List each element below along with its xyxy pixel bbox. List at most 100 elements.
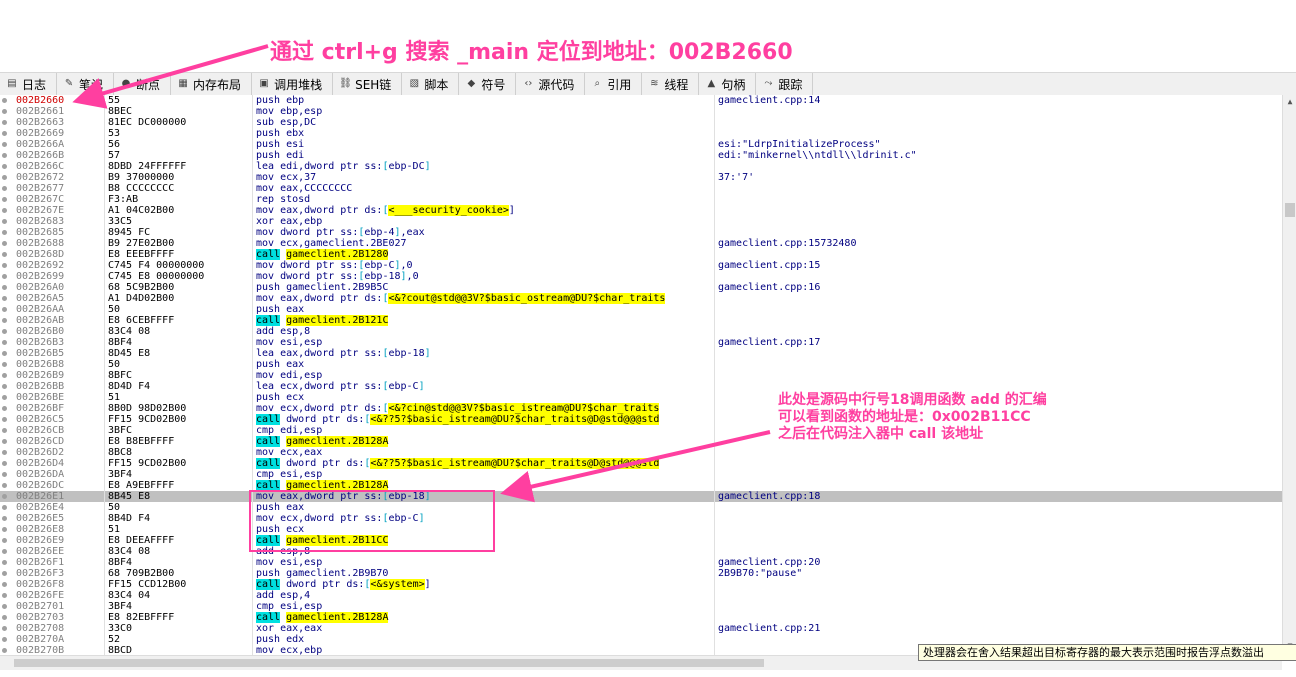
disasm-row[interactable]: 002B26A0 68 5C9B2B00 push gameclient.2B9B5… [0, 282, 1282, 293]
disasm-row[interactable]: 002B266C 8DBD 24FFFFFF lea edi,dword ptr s… [0, 161, 1282, 172]
disasm-row[interactable]: 002B26E4 50 push eax [0, 502, 1282, 513]
disasm-row[interactable]: 002B26BE 51 push ecx [0, 392, 1282, 403]
disasm-row[interactable]: 002B26E5 8B4D F4 mov ecx,dword ptr ss:[ebp… [0, 513, 1282, 524]
breakpoint-dot-icon[interactable] [2, 329, 7, 334]
disasm-row[interactable]: 002B26DA 3BF4 cmp esi,esp [0, 469, 1282, 480]
breakpoint-dot-icon[interactable] [2, 483, 7, 488]
tab-source-code[interactable]: ‹› 源代码 [516, 73, 586, 95]
disasm-row[interactable]: 002B267C F3:AB rep stosd [0, 194, 1282, 205]
tab-breakpoint[interactable]: ● 断点 [114, 73, 172, 95]
breakpoint-dot-icon[interactable] [2, 362, 7, 367]
tab-references[interactable]: ⌕ 引用 [585, 73, 643, 95]
breakpoint-dot-icon[interactable] [2, 450, 7, 455]
disasm-row[interactable]: 002B267E A1 04C02B00 mov eax,dword ptr ds:… [0, 205, 1282, 216]
disasm-row[interactable]: 002B26C5 FF15 9CD02B00 call dword ptr ds:[… [0, 414, 1282, 425]
breakpoint-dot-icon[interactable] [2, 395, 7, 400]
breakpoint-dot-icon[interactable] [2, 571, 7, 576]
disasm-row[interactable]: 002B26CB 3BFC cmp edi,esp [0, 425, 1282, 436]
tab-symbol[interactable]: ◆ 符号 [459, 73, 517, 95]
disasm-row[interactable]: 002B2660 55 push ebp gameclient.cpp:14 [0, 95, 1282, 106]
breakpoint-dot-icon[interactable] [2, 406, 7, 411]
breakpoint-dot-icon[interactable] [2, 164, 7, 169]
breakpoint-dot-icon[interactable] [2, 549, 7, 554]
tab-log[interactable]: ▤ 日志 [0, 73, 58, 95]
breakpoint-dot-icon[interactable] [2, 109, 7, 114]
disasm-row[interactable]: 002B26E1 8B45 E8 mov eax,dword ptr ss:[ebp… [0, 491, 1282, 502]
disasm-row[interactable]: 002B2663 81EC DC000000 sub esp,DC [0, 117, 1282, 128]
disasm-row[interactable]: 002B26F8 FF15 CCD12B00 call dword ptr ds:[… [0, 579, 1282, 590]
breakpoint-dot-icon[interactable] [2, 219, 7, 224]
breakpoint-dot-icon[interactable] [2, 197, 7, 202]
breakpoint-dot-icon[interactable] [2, 626, 7, 631]
disasm-row[interactable]: 002B2677 B8 CCCCCCCC mov eax,CCCCCCCC [0, 183, 1282, 194]
vertical-scrollbar[interactable]: ▲ ▼ [1282, 95, 1296, 655]
disasm-row[interactable]: 002B2703 E8 82EBFFFF call gameclient.2B128… [0, 612, 1282, 623]
breakpoint-dot-icon[interactable] [2, 186, 7, 191]
breakpoint-dot-icon[interactable] [2, 582, 7, 587]
disasm-row[interactable]: 002B26BB 8D4D F4 lea ecx,dword ptr ss:[ebp… [0, 381, 1282, 392]
breakpoint-dot-icon[interactable] [2, 307, 7, 312]
disasm-row[interactable]: 002B2701 3BF4 cmp esi,esp [0, 601, 1282, 612]
breakpoint-dot-icon[interactable] [2, 648, 7, 653]
breakpoint-dot-icon[interactable] [2, 538, 7, 543]
scroll-up-icon[interactable]: ▲ [1285, 97, 1295, 107]
disasm-row[interactable]: 002B2669 53 push ebx [0, 128, 1282, 139]
disasm-row[interactable]: 002B26DC E8 A9EBFFFF call gameclient.2B128… [0, 480, 1282, 491]
breakpoint-dot-icon[interactable] [2, 263, 7, 268]
tab-seh-chain[interactable]: ⛓ SEH链 [333, 73, 403, 95]
tab-script[interactable]: ▧ 脚本 [402, 73, 460, 95]
breakpoint-dot-icon[interactable] [2, 153, 7, 158]
disasm-row[interactable]: 002B26EE 83C4 08 add esp,8 [0, 546, 1282, 557]
tab-handles[interactable]: ▲ 句柄 [699, 73, 757, 95]
breakpoint-dot-icon[interactable] [2, 175, 7, 180]
disasm-row[interactable]: 002B268D E8 EEEBFFFF call gameclient.2B128… [0, 249, 1282, 260]
breakpoint-dot-icon[interactable] [2, 351, 7, 356]
breakpoint-dot-icon[interactable] [2, 120, 7, 125]
disasm-row[interactable]: 002B2683 33C5 xor eax,ebp [0, 216, 1282, 227]
disasm-row[interactable]: 002B2661 8BEC mov ebp,esp [0, 106, 1282, 117]
hscroll-thumb[interactable] [14, 659, 764, 667]
disasm-row[interactable]: 002B2699 C745 E8 00000000 mov dword ptr ss… [0, 271, 1282, 282]
disasm-row[interactable]: 002B26B3 8BF4 mov esi,esp gameclient.cpp:17 [0, 337, 1282, 348]
scroll-thumb[interactable] [1285, 203, 1295, 217]
disasm-row[interactable]: 002B26BF 8B0D 98D02B00 mov ecx,dword ptr d… [0, 403, 1282, 414]
breakpoint-dot-icon[interactable] [2, 208, 7, 213]
disassembly-listing[interactable]: 002B2660 55 push ebp gameclient.cpp:14 002B2… [0, 95, 1282, 655]
breakpoint-dot-icon[interactable] [2, 439, 7, 444]
breakpoint-dot-icon[interactable] [2, 230, 7, 235]
disasm-row[interactable]: 002B26D4 FF15 9CD02B00 call dword ptr ds:[… [0, 458, 1282, 469]
breakpoint-dot-icon[interactable] [2, 428, 7, 433]
breakpoint-dot-icon[interactable] [2, 417, 7, 422]
breakpoint-dot-icon[interactable] [2, 494, 7, 499]
breakpoint-dot-icon[interactable] [2, 384, 7, 389]
disasm-row[interactable]: 002B2692 C745 F4 00000000 mov dword ptr ss… [0, 260, 1282, 271]
disasm-row[interactable]: 002B26E9 E8 DEEAFFFF call gameclient.2B11C… [0, 535, 1282, 546]
disasm-row[interactable]: 002B26B0 83C4 08 add esp,8 [0, 326, 1282, 337]
breakpoint-dot-icon[interactable] [2, 296, 7, 301]
disasm-row[interactable]: 002B26F3 68 709B2B00 push gameclient.2B9B7… [0, 568, 1282, 579]
breakpoint-dot-icon[interactable] [2, 252, 7, 257]
breakpoint-dot-icon[interactable] [2, 593, 7, 598]
disasm-row[interactable]: 002B2708 33C0 xor eax,eax gameclient.cpp:21 [0, 623, 1282, 634]
disasm-row[interactable]: 002B26B8 50 push eax [0, 359, 1282, 370]
breakpoint-dot-icon[interactable] [2, 637, 7, 642]
breakpoint-dot-icon[interactable] [2, 241, 7, 246]
disasm-row[interactable]: 002B2685 8945 FC mov dword ptr ss:[ebp-4],… [0, 227, 1282, 238]
disasm-row[interactable]: 002B26AB E8 6CEBFFFF call gameclient.2B121… [0, 315, 1282, 326]
disasm-row[interactable]: 002B26D2 8BC8 mov ecx,eax [0, 447, 1282, 458]
disasm-row[interactable]: 002B26AA 50 push eax [0, 304, 1282, 315]
breakpoint-dot-icon[interactable] [2, 461, 7, 466]
disasm-row[interactable]: 002B26B9 8BFC mov edi,esp [0, 370, 1282, 381]
breakpoint-dot-icon[interactable] [2, 516, 7, 521]
disasm-row[interactable]: 002B26F1 8BF4 mov esi,esp gameclient.cpp:20 [0, 557, 1282, 568]
tab-notes[interactable]: ✎ 笔记 [57, 73, 115, 95]
tab-call-stack[interactable]: ▣ 调用堆栈 [252, 73, 334, 95]
disasm-row[interactable]: 002B26E8 51 push ecx [0, 524, 1282, 535]
disasm-row[interactable]: 002B26B5 8D45 E8 lea eax,dword ptr ss:[ebp… [0, 348, 1282, 359]
breakpoint-dot-icon[interactable] [2, 527, 7, 532]
disasm-row[interactable]: 002B2688 B9 27E02B00 mov ecx,gameclient.2B… [0, 238, 1282, 249]
breakpoint-dot-icon[interactable] [2, 604, 7, 609]
breakpoint-dot-icon[interactable] [2, 274, 7, 279]
breakpoint-dot-icon[interactable] [2, 98, 7, 103]
breakpoint-dot-icon[interactable] [2, 373, 7, 378]
